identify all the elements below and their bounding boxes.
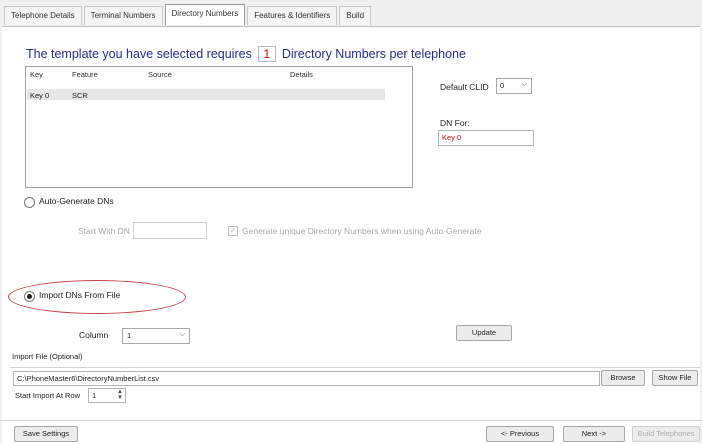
auto-generate-label: Auto-Generate DNs (39, 196, 114, 206)
tab-build[interactable]: Build (339, 6, 372, 25)
column-header-details[interactable]: Details (290, 70, 313, 79)
build-telephones-button[interactable]: Build Telephones (632, 426, 700, 442)
next-button[interactable]: Next -> (563, 426, 625, 442)
start-row-stepper[interactable]: 1 ▲ ▼ (88, 388, 126, 403)
dn-for-field[interactable]: Key 0 (438, 130, 534, 146)
column-label: Column (79, 330, 109, 340)
show-file-button[interactable]: Show File (652, 370, 698, 386)
unique-dn-checkbox[interactable]: ✓ (228, 226, 238, 236)
start-with-dn-field[interactable] (133, 222, 207, 239)
default-clid-label: Default CLID (440, 82, 489, 92)
save-settings-button[interactable]: Save Settings (14, 426, 78, 442)
import-from-file-radio[interactable] (24, 291, 35, 302)
key-list[interactable]: Key Feature Source Details Key 0 SCR (25, 66, 413, 188)
row-feature: SCR (72, 91, 88, 100)
column-select[interactable]: 1 ⌵ (122, 328, 190, 344)
column-header-key[interactable]: Key (30, 70, 43, 79)
row-key: Key 0 (30, 91, 50, 100)
start-row-label: Start Import At Row (15, 391, 81, 400)
import-file-path-field[interactable]: C:\PhoneMaster6\DirectoryNumberList.csv (13, 371, 600, 386)
import-from-file-label: Import DNs From File (39, 290, 121, 300)
required-count: 1 (257, 46, 276, 62)
tab-directory-numbers[interactable]: Directory Numbers (164, 4, 246, 25)
chevron-down-icon: ⌵ (179, 331, 185, 338)
column-header-source[interactable]: Source (148, 70, 172, 79)
tab-strip: Telephone Details Terminal Numbers Direc… (4, 4, 373, 26)
column-value: 1 (127, 331, 132, 340)
footer-divider (0, 420, 702, 421)
divider (10, 367, 700, 368)
heading-prefix: The template you have selected requires (26, 47, 252, 61)
start-row-value: 1 (92, 391, 97, 400)
browse-button[interactable]: Browse (601, 370, 645, 386)
dn-for-label: DN For: (440, 118, 470, 128)
tab-terminal-numbers[interactable]: Terminal Numbers (83, 6, 163, 25)
heading-suffix: Directory Numbers per telephone (281, 47, 466, 61)
column-header-feature[interactable]: Feature (72, 70, 98, 79)
stepper-arrows-icon[interactable]: ▲ ▼ (117, 389, 123, 401)
dn-for-value: Key 0 (442, 133, 462, 142)
default-clid-select[interactable]: 0 ⌵ (496, 78, 532, 94)
import-file-label: Import File (Optional) (12, 352, 83, 361)
tab-features-identifiers[interactable]: Features & Identifiers (247, 6, 338, 25)
auto-generate-radio[interactable] (24, 197, 35, 208)
start-with-dn-label: Start With DN (78, 226, 130, 236)
update-button[interactable]: Update (456, 325, 512, 341)
chevron-down-icon: ⌵ (521, 81, 527, 88)
import-file-path: C:\PhoneMaster6\DirectoryNumberList.csv (17, 374, 160, 383)
tab-telephone-details[interactable]: Telephone Details (4, 6, 82, 25)
unique-dn-label: Generate unique Directory Numbers when u… (242, 226, 482, 236)
requirement-heading: The template you have selected requires 1… (26, 46, 466, 62)
default-clid-value: 0 (500, 81, 505, 90)
previous-button[interactable]: <- Previous (486, 426, 554, 442)
